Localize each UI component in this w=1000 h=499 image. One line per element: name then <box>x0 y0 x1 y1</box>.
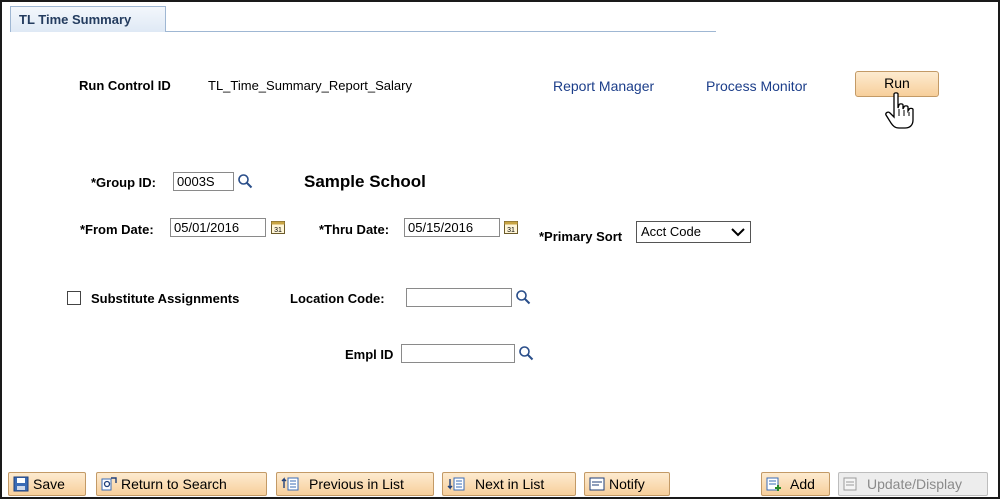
group-id-lookup-icon[interactable] <box>237 173 253 189</box>
thru-date-calendar-icon[interactable]: 31 <box>503 219 519 235</box>
save-button[interactable]: Save <box>8 472 86 496</box>
from-date-input[interactable]: 05/01/2016 <box>170 218 266 237</box>
empl-id-lookup-icon[interactable] <box>518 345 534 361</box>
hand-cursor-icon <box>885 92 914 129</box>
location-code-label: Location Code: <box>290 291 385 306</box>
group-id-input[interactable]: 0003S <box>173 172 234 191</box>
next-in-list-label: Next in List <box>475 476 545 492</box>
process-monitor-link[interactable]: Process Monitor <box>706 78 807 94</box>
thru-date-input[interactable]: 05/15/2016 <box>404 218 500 237</box>
svg-text:31: 31 <box>507 227 515 234</box>
previous-in-list-icon <box>281 477 299 491</box>
notify-icon <box>589 477 605 491</box>
svg-text:31: 31 <box>274 227 282 234</box>
return-to-search-label: Return to Search <box>121 476 227 492</box>
primary-sort-label: *Primary Sort <box>539 229 623 244</box>
next-in-list-icon <box>447 477 465 491</box>
tab-tl-time-summary[interactable]: TL Time Summary <box>10 6 166 32</box>
location-code-lookup-icon[interactable] <box>515 289 531 305</box>
next-in-list-button[interactable]: Next in List <box>442 472 576 496</box>
tab-label: TL Time Summary <box>19 12 132 27</box>
substitute-assignments-checkbox[interactable] <box>67 291 81 305</box>
run-control-value: TL_Time_Summary_Report_Salary <box>208 78 412 93</box>
save-icon <box>13 476 29 492</box>
report-manager-link[interactable]: Report Manager <box>553 78 654 94</box>
chevron-down-icon <box>731 228 745 237</box>
run-control-label: Run Control ID <box>79 78 171 93</box>
update-display-button[interactable]: Update/Display <box>838 472 988 496</box>
add-icon <box>766 477 781 491</box>
primary-sort-value: Acct Code <box>641 224 701 239</box>
empl-id-input[interactable] <box>401 344 515 363</box>
update-display-label: Update/Display <box>867 476 962 492</box>
primary-sort-select[interactable]: Acct Code <box>636 221 751 243</box>
substitute-assignments-label: Substitute Assignments <box>91 291 240 306</box>
update-display-icon <box>843 477 857 491</box>
previous-in-list-button[interactable]: Previous in List <box>276 472 434 496</box>
save-label: Save <box>33 476 65 492</box>
empl-id-label: Empl ID <box>345 347 394 362</box>
tab-underline <box>166 31 716 32</box>
from-date-label: *From Date: <box>80 222 154 237</box>
group-id-label: *Group ID: <box>91 175 156 190</box>
location-code-input[interactable] <box>406 288 512 307</box>
from-date-calendar-icon[interactable]: 31 <box>270 219 286 235</box>
notify-label: Notify <box>609 476 645 492</box>
return-to-search-icon <box>101 477 117 491</box>
return-to-search-button[interactable]: Return to Search <box>96 472 267 496</box>
page-frame <box>0 0 1000 499</box>
notify-button[interactable]: Notify <box>584 472 670 496</box>
group-description: Sample School <box>304 172 426 191</box>
previous-in-list-label: Previous in List <box>309 476 404 492</box>
thru-date-label: *Thru Date: <box>319 222 390 237</box>
add-button[interactable]: Add <box>761 472 830 496</box>
add-label: Add <box>790 476 815 492</box>
